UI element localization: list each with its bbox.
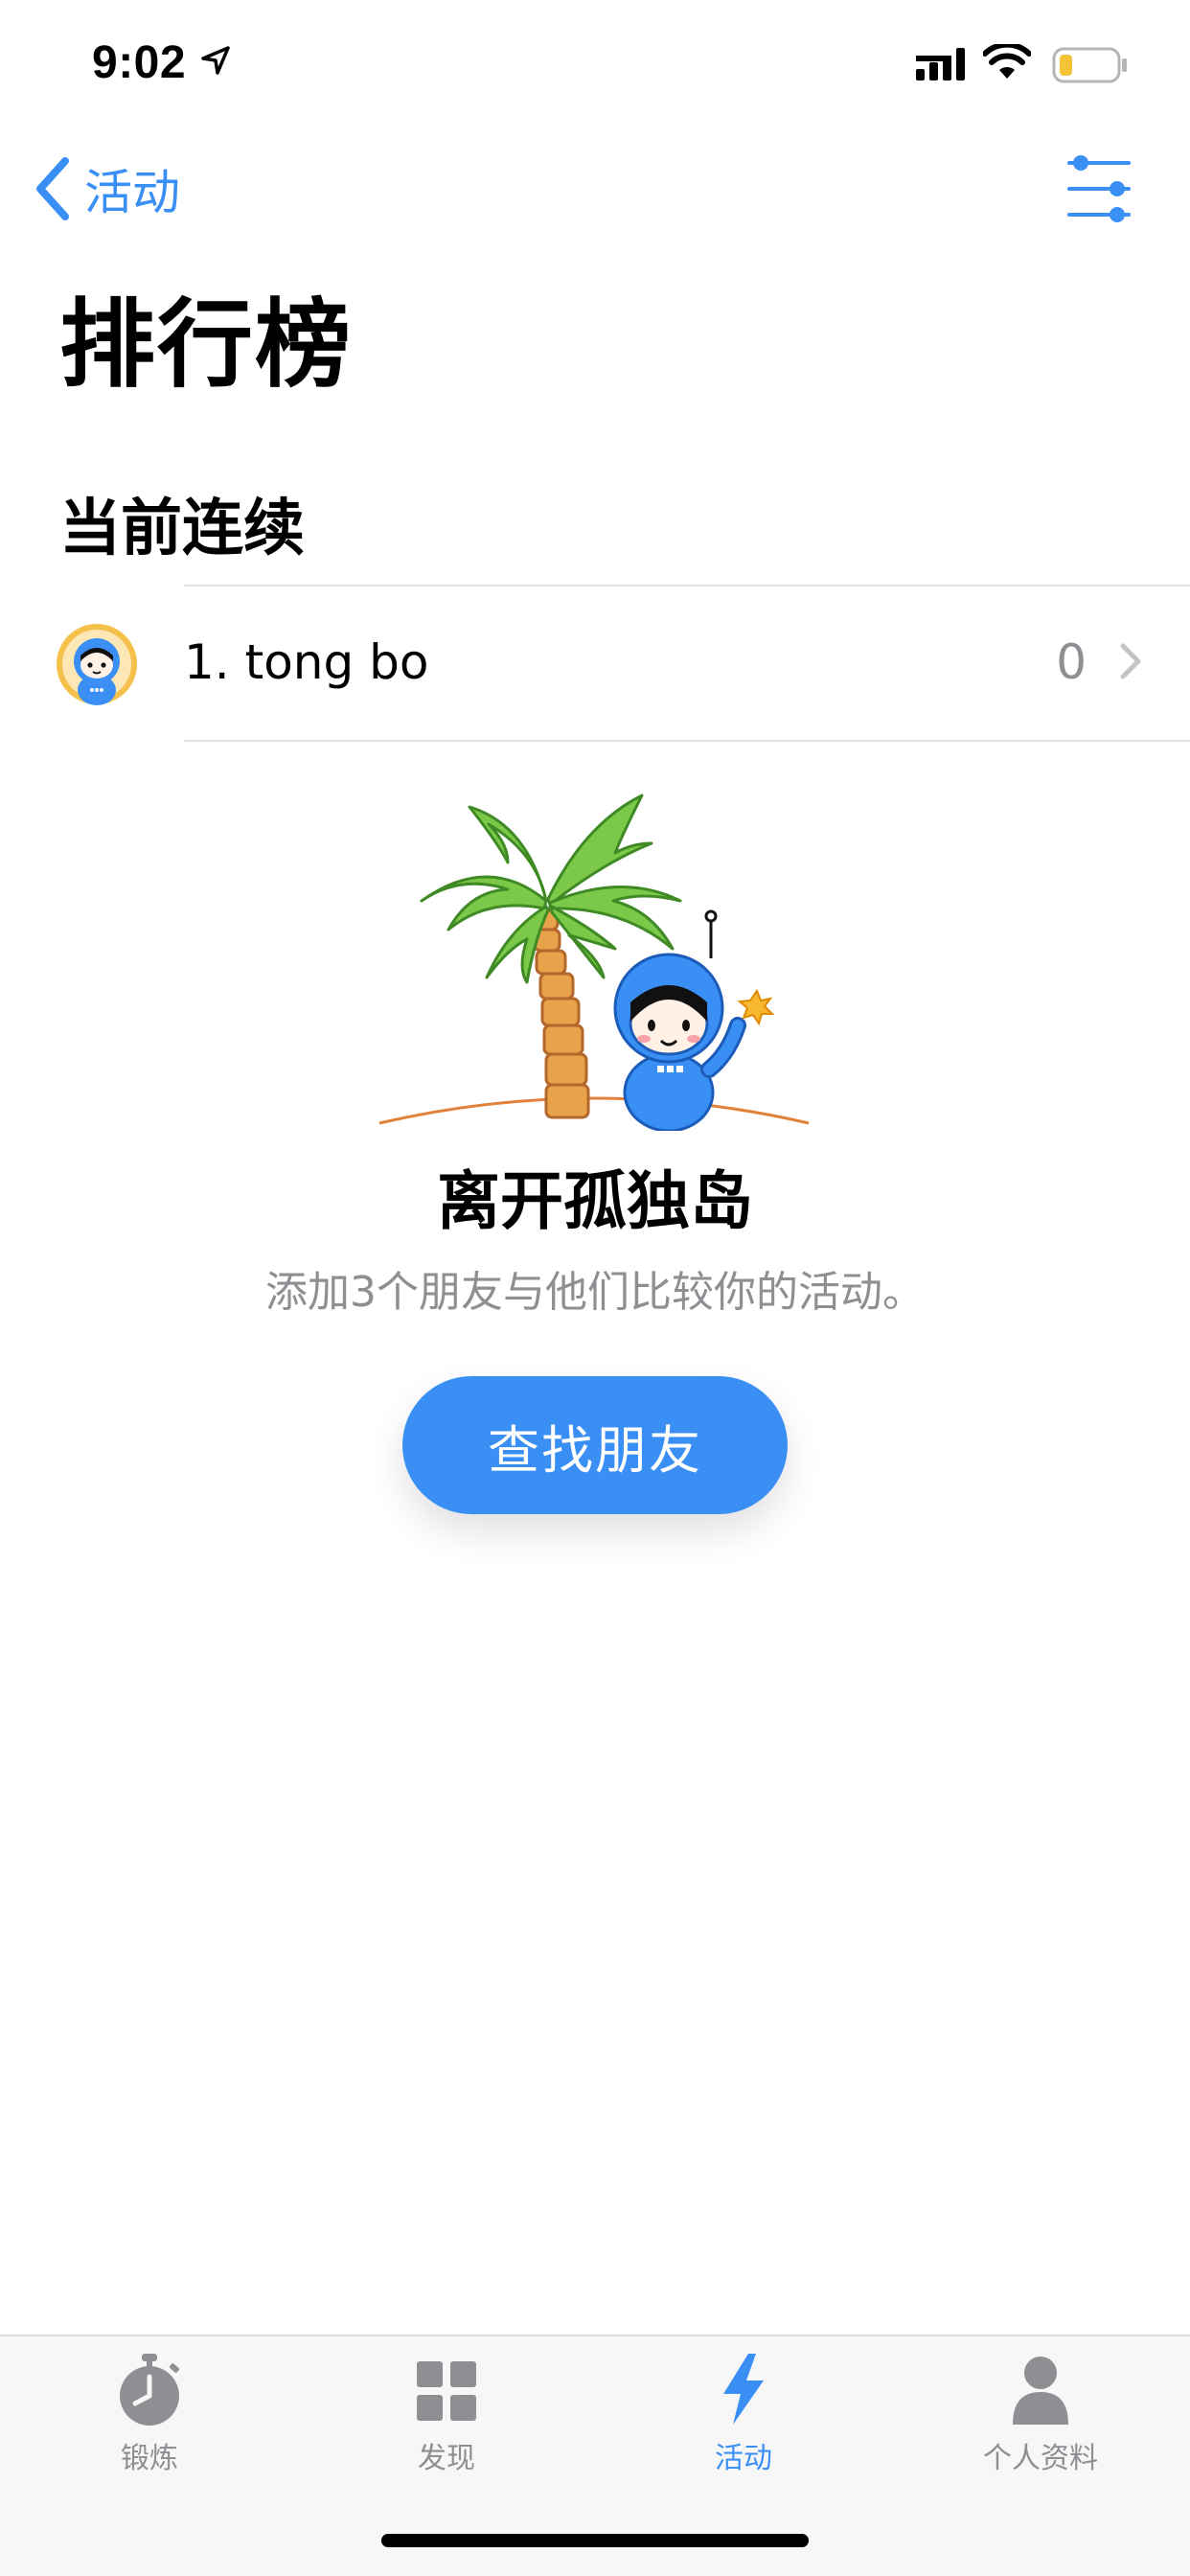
stopwatch-icon xyxy=(120,2354,179,2426)
tab-workout[interactable]: 锻炼 xyxy=(44,2352,255,2515)
lightning-icon xyxy=(723,2354,764,2425)
island-illustration xyxy=(378,794,810,1131)
tab-label: 个人资料 xyxy=(983,2442,1098,2475)
person-icon xyxy=(1013,2357,1068,2425)
filter-settings-icon[interactable] xyxy=(1065,153,1133,224)
section-title: 当前连续 xyxy=(59,494,305,564)
leaderboard-name: 1. tong bo xyxy=(184,634,429,690)
find-friends-button[interactable]: 查找朋友 xyxy=(402,1376,788,1514)
leaderboard-row[interactable]: 1. tong bo 0 xyxy=(0,586,1190,740)
avatar xyxy=(57,624,137,705)
tab-label: 发现 xyxy=(418,2442,475,2475)
tab-profile[interactable]: 个人资料 xyxy=(935,2352,1146,2515)
battery-icon xyxy=(1052,47,1127,83)
back-button-label: 活动 xyxy=(84,165,180,220)
home-indicator xyxy=(381,2534,809,2547)
chevron-left-icon xyxy=(36,157,69,220)
leaderboard-screen: 9:02 活动 排行榜 当前连续 1. tong bo 0 离开孤独岛 添加3个… xyxy=(0,0,1190,2576)
wifi-icon xyxy=(983,44,1031,79)
back-button[interactable]: 活动 xyxy=(34,155,180,222)
leaderboard-score: 0 xyxy=(1056,634,1087,690)
tab-activity[interactable]: 活动 xyxy=(638,2352,849,2515)
cellular-signal-icon xyxy=(916,48,965,80)
chevron-right-icon xyxy=(1120,643,1141,679)
divider xyxy=(184,740,1190,742)
empty-state-title: 离开孤独岛 xyxy=(437,1164,753,1238)
tab-label: 锻炼 xyxy=(121,2442,178,2475)
page-title: 排行榜 xyxy=(59,288,353,401)
empty-state-subtitle: 添加3个朋友与他们比较你的活动。 xyxy=(265,1268,925,1317)
status-time: 9:02 xyxy=(92,37,187,88)
tab-discover[interactable]: 发现 xyxy=(341,2352,552,2515)
location-arrow-icon xyxy=(201,46,230,75)
grid-icon xyxy=(417,2361,476,2421)
tab-label: 活动 xyxy=(715,2442,772,2475)
